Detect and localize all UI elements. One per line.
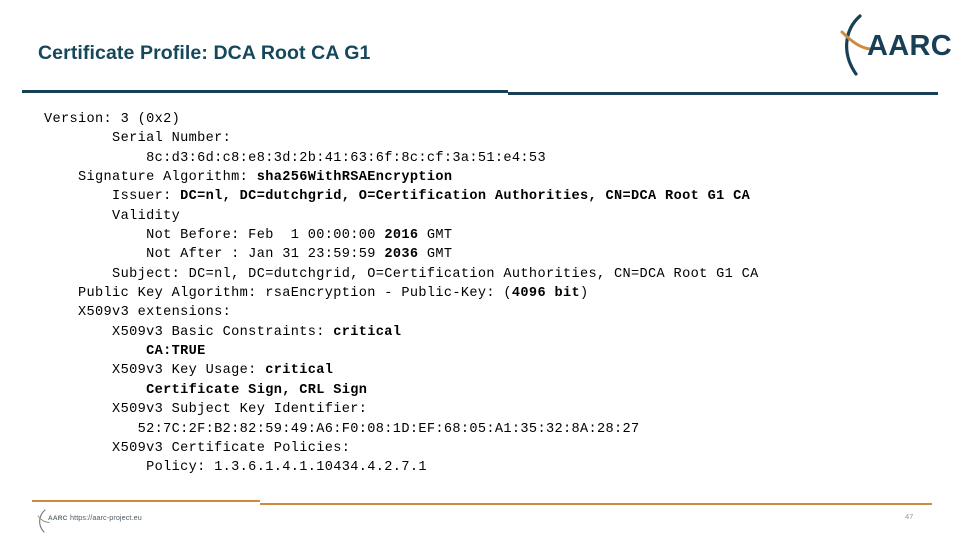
aarc-logo-wordmark: AARC xyxy=(867,30,952,62)
certificate-text: Signature Algorithm: xyxy=(44,170,257,186)
certificate-text: X509v3 extensions: xyxy=(44,305,232,321)
certificate-line: X509v3 extensions: xyxy=(44,303,944,322)
certificate-text: Public Key Algorithm: rsaEncryption - Pu… xyxy=(44,286,512,302)
certificate-text: Not Before: Feb 1 00:00:00 xyxy=(44,228,385,244)
certificate-value: sha256WithRSAEncryption xyxy=(256,170,453,186)
certificate-text: X509v3 Subject Key Identifier: xyxy=(44,402,368,418)
certificate-text: Policy: 1.3.6.1.4.1.10434.4.2.7.1 xyxy=(44,460,427,476)
certificate-value: critical xyxy=(333,324,402,340)
certificate-value: Certificate Sign, CRL Sign xyxy=(146,382,368,398)
footer-logo-wordmark: AARC xyxy=(48,515,68,522)
certificate-line: Validity xyxy=(44,207,944,226)
certificate-line: X509v3 Basic Constraints: critical xyxy=(44,323,944,342)
certificate-value: 2036 xyxy=(384,247,419,263)
page-title: Certificate Profile: DCA Root CA G1 xyxy=(38,42,371,64)
certificate-line: Subject: DC=nl, DC=dutchgrid, O=Certific… xyxy=(44,265,944,284)
certificate-line: Signature Algorithm: sha256WithRSAEncryp… xyxy=(44,168,944,187)
certificate-text: X509v3 Certificate Policies: xyxy=(44,440,351,456)
certificate-text: X509v3 Key Usage: xyxy=(44,363,266,379)
certificate-line: 8c:d3:6d:c8:e8:3d:2b:41:63:6f:8c:cf:3a:5… xyxy=(44,149,944,168)
certificate-value: critical xyxy=(265,363,334,379)
header-divider-right xyxy=(508,92,938,95)
certificate-text: ) xyxy=(579,286,589,302)
certificate-line: Not After : Jan 31 23:59:59 2036 GMT xyxy=(44,245,944,264)
slide-canvas: Certificate Profile: DCA Root CA G1 AARC… xyxy=(0,0,960,540)
certificate-line: Public Key Algorithm: rsaEncryption - Pu… xyxy=(44,284,944,303)
certificate-line: X509v3 Certificate Policies: xyxy=(44,439,944,458)
footer-url[interactable]: https://aarc-project.eu xyxy=(70,513,142,522)
certificate-line: CA:TRUE xyxy=(44,342,944,361)
certificate-value: 2016 xyxy=(384,228,419,244)
certificate-text: Issuer: xyxy=(44,189,181,205)
certificate-text: Serial Number: xyxy=(44,131,232,147)
certificate-line: Certificate Sign, CRL Sign xyxy=(44,381,944,400)
certificate-text: Not After : Jan 31 23:59:59 xyxy=(44,247,385,263)
footer-divider-left xyxy=(32,500,260,502)
certificate-text: GMT xyxy=(418,228,453,244)
certificate-line: Serial Number: xyxy=(44,129,944,148)
certificate-text: X509v3 Basic Constraints: xyxy=(44,324,334,340)
certificate-line: Issuer: DC=nl, DC=dutchgrid, O=Certifica… xyxy=(44,187,944,206)
certificate-text xyxy=(44,383,146,398)
aarc-logo: AARC xyxy=(836,14,952,76)
certificate-value: CA:TRUE xyxy=(146,344,206,360)
certificate-text: 8c:d3:6d:c8:e8:3d:2b:41:63:6f:8c:cf:3a:5… xyxy=(44,150,546,166)
certificate-line: Not Before: Feb 1 00:00:00 2016 GMT xyxy=(44,226,944,245)
certificate-line: Policy: 1.3.6.1.4.1.10434.4.2.7.1 xyxy=(44,458,944,477)
certificate-text-block: Version: 3 (0x2) Serial Number: 8c:d3:6d… xyxy=(44,110,944,478)
certificate-text: Version: 3 (0x2) xyxy=(44,112,181,127)
certificate-text: GMT xyxy=(418,247,453,263)
certificate-text: Subject: DC=nl, DC=dutchgrid, O=Certific… xyxy=(44,266,759,282)
certificate-text: Validity xyxy=(44,208,181,224)
header-divider-left xyxy=(22,90,508,93)
certificate-line: Version: 3 (0x2) xyxy=(44,110,944,129)
certificate-text xyxy=(44,344,146,359)
certificate-value: DC=nl, DC=dutchgrid, O=Certification Aut… xyxy=(180,189,751,205)
certificate-text: 52:7C:2F:B2:82:59:49:A6:F0:08:1D:EF:68:0… xyxy=(44,421,640,437)
certificate-line: X509v3 Subject Key Identifier: xyxy=(44,400,944,419)
page-number: 47 xyxy=(905,512,914,521)
certificate-value: 4096 bit xyxy=(511,286,580,302)
certificate-line: X509v3 Key Usage: critical xyxy=(44,361,944,380)
certificate-line: 52:7C:2F:B2:82:59:49:A6:F0:08:1D:EF:68:0… xyxy=(44,420,944,439)
footer-divider-right xyxy=(260,503,932,505)
